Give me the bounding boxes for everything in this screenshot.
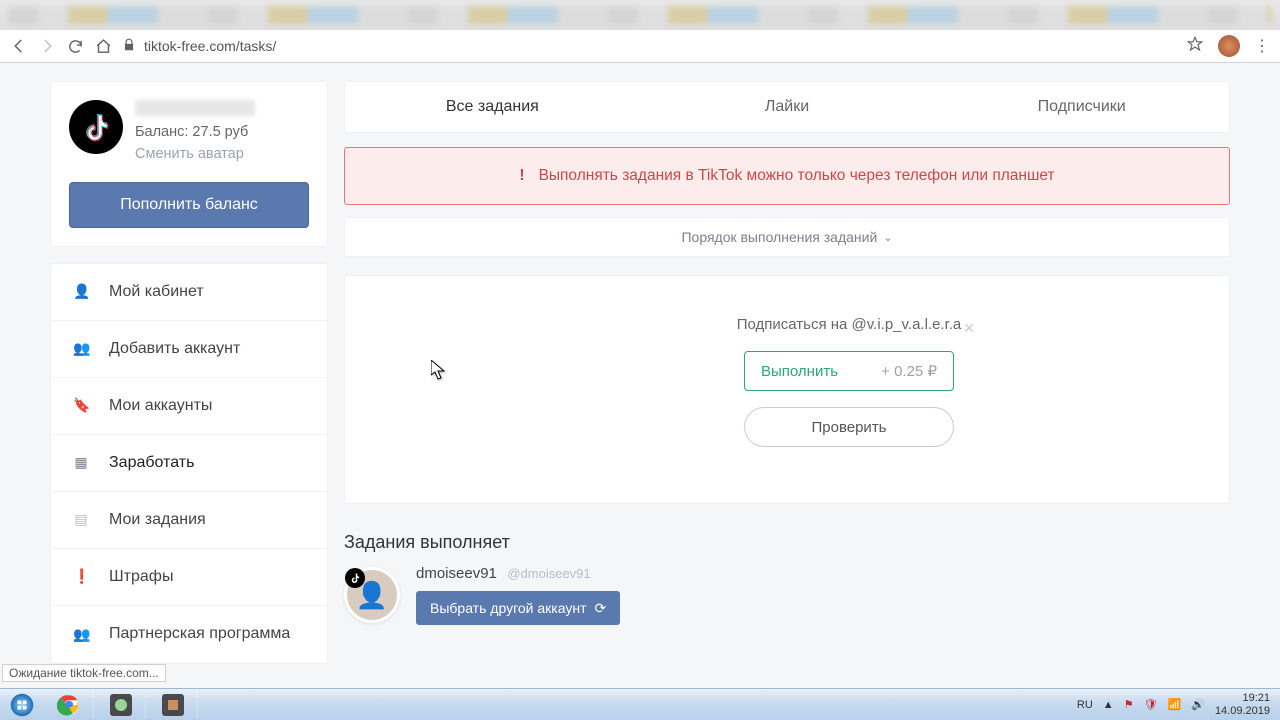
profile-avatar[interactable]: [69, 100, 123, 154]
menu-label: Добавить аккаунт: [109, 340, 240, 358]
tray-shield-icon[interactable]: 🛡: [1144, 698, 1158, 711]
tiktok-badge-icon: [345, 568, 365, 588]
chevron-down-icon: ⌄: [883, 231, 892, 244]
tray-time: 19:21: [1215, 692, 1270, 704]
menu-cabinet[interactable]: 👤 Мой кабинет: [51, 264, 327, 321]
home-button[interactable]: [94, 37, 112, 55]
tabs: Все задания Лайки Подписчики: [344, 81, 1230, 133]
list-icon: ▤: [73, 511, 89, 528]
user-plus-icon: 👥: [73, 340, 89, 357]
task-title: Подписаться на @v.i.p_v.a.l.e.r.a: [699, 316, 999, 333]
start-button[interactable]: [2, 690, 42, 720]
executor-avatar[interactable]: 👤: [344, 567, 400, 623]
close-icon[interactable]: ✕: [963, 320, 975, 337]
profile-card: Баланс: 27.5 руб Сменить аватар Пополнит…: [50, 81, 328, 247]
execute-button[interactable]: Выполнить + 0.25 ₽: [744, 351, 954, 391]
exclaim-icon: !: [519, 167, 524, 185]
browser-toolbar: tiktok-free.com/tasks/ ⋮: [0, 30, 1280, 62]
profile-avatar-icon[interactable]: [1218, 35, 1240, 57]
taskbar-chrome[interactable]: [44, 691, 94, 719]
user-icon: 👤: [73, 283, 89, 300]
menu-tasks[interactable]: ▤ Мои задания: [51, 492, 327, 549]
menu-label: Мой кабинет: [109, 283, 204, 301]
windows-taskbar: RU ▲ ⚑ 🛡 📶 🔊 19:21 14.09.2019: [0, 688, 1280, 720]
balance-label: Баланс: 27.5 руб: [135, 122, 255, 144]
topup-button[interactable]: Пополнить баланс: [69, 182, 309, 228]
menu-label: Партнерская программа: [109, 625, 290, 643]
sidebar-menu: 👤 Мой кабинет 👥 Добавить аккаунт 🔖 Мои акка…: [50, 263, 328, 664]
page-content: Баланс: 27.5 руб Сменить аватар Пополнит…: [0, 63, 1280, 687]
reload-button[interactable]: [66, 37, 84, 55]
tray-lang[interactable]: RU: [1077, 699, 1093, 711]
forward-button[interactable]: [38, 37, 56, 55]
browser-tab-bar: [0, 0, 1280, 30]
users-icon: 👥: [73, 626, 89, 643]
check-button[interactable]: Проверить: [744, 407, 954, 447]
alert-banner: ! Выполнять задания в TikTok можно тольк…: [344, 147, 1230, 205]
executor-row: 👤 dmoiseev91 @dmoiseev91 Выбрать другой …: [344, 565, 1230, 625]
tray-flag-icon[interactable]: ⚑: [1124, 698, 1134, 711]
bookmark-icon: 🔖: [73, 397, 89, 414]
order-label: Порядок выполнения заданий: [681, 229, 877, 245]
task-card: ✕ Подписаться на @v.i.p_v.a.l.e.r.a Выпо…: [344, 275, 1230, 504]
menu-label: Мои задания: [109, 511, 206, 529]
change-avatar-link[interactable]: Сменить аватар: [135, 144, 255, 166]
executor-name: dmoiseev91: [416, 565, 497, 582]
tray-up-icon[interactable]: ▲: [1103, 699, 1114, 711]
tab-subs[interactable]: Подписчики: [934, 82, 1229, 132]
profile-username: [135, 100, 255, 116]
switch-label: Выбрать другой аккаунт: [430, 600, 587, 616]
tab-all[interactable]: Все задания: [345, 82, 640, 132]
taskbar-app1[interactable]: [96, 691, 146, 719]
browser-status: Ожидание tiktok-free.com...: [2, 664, 166, 682]
refresh-icon: ⟳: [595, 600, 607, 617]
check-label: Проверить: [811, 419, 886, 436]
bookmark-icon[interactable]: [1186, 35, 1204, 58]
main-content: Все задания Лайки Подписчики ! Выполнять…: [344, 81, 1230, 687]
exclaim-icon: ❗: [73, 568, 89, 585]
order-dropdown[interactable]: Порядок выполнения заданий ⌄: [344, 217, 1230, 257]
tab-likes[interactable]: Лайки: [640, 82, 935, 132]
menu-label: Заработать: [109, 454, 194, 472]
menu-accounts[interactable]: 🔖 Мои аккаунты: [51, 378, 327, 435]
tray-sound-icon[interactable]: 🔊: [1191, 698, 1205, 711]
menu-fines[interactable]: ❗ Штрафы: [51, 549, 327, 606]
url-text: tiktok-free.com/tasks/: [144, 38, 276, 54]
menu-label: Штрафы: [109, 568, 173, 586]
grid-icon: ▦: [73, 454, 89, 471]
tray-date: 14.09.2019: [1215, 705, 1270, 717]
task-price: + 0.25 ₽: [881, 362, 937, 380]
menu-label: Мои аккаунты: [109, 397, 212, 415]
executor-handle: @dmoiseev91: [507, 566, 590, 581]
section-title: Задания выполняет: [344, 532, 1230, 553]
taskbar-app2[interactable]: [148, 691, 198, 719]
execute-label: Выполнить: [761, 363, 838, 380]
sidebar: Баланс: 27.5 руб Сменить аватар Пополнит…: [50, 81, 328, 687]
menu-add-account[interactable]: 👥 Добавить аккаунт: [51, 321, 327, 378]
tray-network-icon[interactable]: 📶: [1168, 698, 1182, 711]
switch-account-button[interactable]: Выбрать другой аккаунт ⟳: [416, 591, 620, 625]
browser-chrome: tiktok-free.com/tasks/ ⋮: [0, 0, 1280, 63]
back-button[interactable]: [10, 37, 28, 55]
menu-earn[interactable]: ▦ Заработать: [51, 435, 327, 492]
menu-dots-icon[interactable]: ⋮: [1254, 36, 1270, 56]
tray-clock[interactable]: 19:21 14.09.2019: [1215, 692, 1270, 716]
alert-text: Выполнять задания в TikTok можно только …: [539, 167, 1055, 185]
menu-partner[interactable]: 👥 Партнерская программа: [51, 606, 327, 663]
address-bar[interactable]: tiktok-free.com/tasks/: [122, 38, 1176, 55]
lock-icon: [122, 38, 136, 55]
